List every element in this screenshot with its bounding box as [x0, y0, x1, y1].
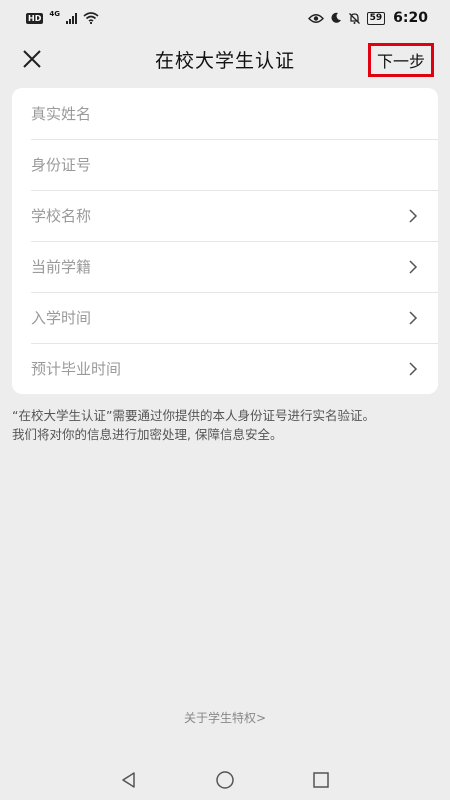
school-name-selector[interactable]: 学校名称	[12, 190, 438, 241]
notice-line-2: 我们将对你的信息进行加密处理, 保障信息安全。	[12, 427, 283, 442]
chevron-right-icon	[408, 259, 420, 274]
form-row-id	[12, 139, 438, 190]
home-circle-icon	[216, 771, 234, 789]
nav-home-button[interactable]	[213, 768, 237, 792]
nav-back-button[interactable]	[117, 768, 141, 792]
enrollment-date-selector[interactable]: 入学时间	[12, 292, 438, 343]
signal-icon	[65, 12, 77, 24]
graduation-date-label: 预计毕业时间	[31, 360, 122, 378]
student-status-selector[interactable]: 当前学籍	[12, 241, 438, 292]
back-triangle-icon	[122, 772, 135, 788]
notice-line-1: “在校大学生认证”需要通过你提供的本人身份证号进行实名验证。	[12, 408, 375, 423]
system-nav-bar	[0, 760, 450, 800]
enrollment-date-label: 入学时间	[31, 309, 92, 327]
nav-recents-button[interactable]	[309, 768, 333, 792]
hd-badge: HD	[26, 12, 44, 24]
page-title: 在校大学生认证	[154, 49, 295, 72]
moon-icon	[331, 12, 341, 23]
status-left: HD 4G	[26, 10, 99, 24]
network-label: 4G	[49, 10, 60, 18]
student-status-label: 当前学籍	[31, 258, 92, 276]
clock: 6:20	[393, 10, 428, 26]
status-right: 59 6:20	[307, 10, 428, 26]
form-card: 学校名称 当前学籍 入学时间 预计毕业时间	[12, 88, 438, 394]
about-student-privileges-link[interactable]: 关于学生特权>	[0, 709, 450, 726]
close-icon	[23, 50, 41, 68]
form-row-name	[12, 88, 438, 139]
close-button[interactable]	[18, 45, 46, 73]
next-step-button[interactable]: 下一步	[367, 43, 434, 77]
mute-bell-icon	[348, 12, 360, 24]
eye-icon	[307, 13, 324, 23]
status-bar: HD 4G 59 6:20	[0, 0, 450, 36]
verification-notice: “在校大学生认证”需要通过你提供的本人身份证号进行实名验证。 我们将对你的信息进…	[12, 406, 442, 444]
id-number-input[interactable]	[31, 155, 420, 174]
chevron-right-icon	[408, 361, 420, 376]
chevron-right-icon	[408, 310, 420, 325]
screen: HD 4G 59 6:20 在校大学生认证 下一步 真实姓名 身份证号 学校名称…	[0, 0, 450, 800]
recents-square-icon	[313, 772, 329, 788]
school-name-label: 学校名称	[31, 207, 92, 225]
header: 在校大学生认证 下一步	[0, 36, 450, 82]
graduation-date-selector[interactable]: 预计毕业时间	[12, 343, 438, 394]
battery-icon: 59	[366, 11, 386, 25]
wifi-icon	[83, 12, 99, 24]
real-name-input[interactable]	[31, 104, 420, 123]
chevron-right-icon	[408, 208, 420, 223]
